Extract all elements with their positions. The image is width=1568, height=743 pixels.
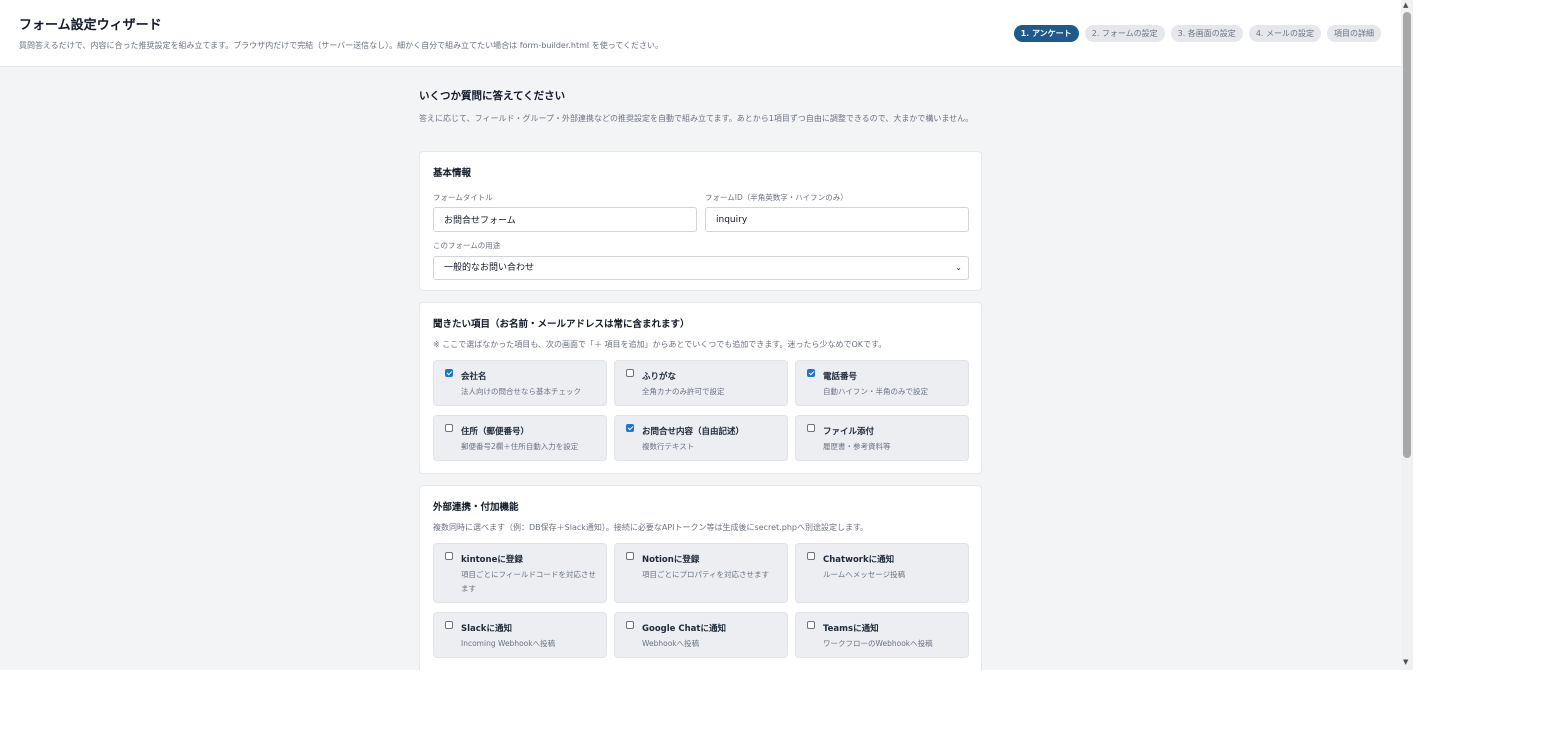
purpose-select-value: 一般的なお問い合わせ <box>444 263 535 273</box>
integrations-options: kintoneに登録 項目ごとにフィールドコードを対応させます Notionに登… <box>433 543 969 658</box>
option-slack[interactable]: Slackに通知 Incoming Webhookへ投稿 <box>433 612 607 658</box>
option-chatwork[interactable]: Chatworkに通知 ルームへメッセージ投稿 <box>795 543 969 603</box>
option-label: Slackに通知 <box>461 624 512 634</box>
option-label: Notionに登録 <box>642 555 700 565</box>
step-tab-2[interactable]: 2. フォームの設定 <box>1084 25 1165 42</box>
option-label: 住所（郵便番号） <box>461 427 530 437</box>
option-sub: ワークフローのWebhookへ投稿 <box>823 639 933 648</box>
purpose-select[interactable]: 一般的なお問い合わせ ⌄ <box>433 256 969 280</box>
option-sub: 郵便番号2欄＋住所自動入力を設定 <box>461 442 579 451</box>
option-phone[interactable]: 電話番号 自動ハイフン・半角のみで設定 <box>795 360 969 406</box>
fields-card: 聞きたい項目（お名前・メールアドレスは常に含まれます） ※ ここで選ばなかった項… <box>419 302 982 474</box>
option-sub: 項目ごとにプロパティを対応させます <box>642 570 770 579</box>
option-file-attach[interactable]: ファイル添付 履歴書・参考資料等 <box>795 415 969 461</box>
checkbox-checked-icon[interactable] <box>626 424 634 432</box>
checkbox-unchecked-icon[interactable] <box>445 552 453 560</box>
step-tab-4[interactable]: 4. メールの設定 <box>1248 25 1321 42</box>
scroll-up-arrow-icon[interactable]: ▲ <box>1403 1 1408 9</box>
option-label: お問合せ内容（自由記述） <box>642 427 745 437</box>
intro-section: いくつか質問に答えてください 答えに応じて、フィールド・グループ・外部連携などの… <box>419 88 982 134</box>
page-description: 質問答えるだけで、内容に合った推奨設定を組み立てます。ブラウザ内だけで完結（サー… <box>19 41 664 50</box>
option-address[interactable]: 住所（郵便番号） 郵便番号2欄＋住所自動入力を設定 <box>433 415 607 461</box>
option-sub: 履歴書・参考資料等 <box>823 442 891 451</box>
step-tab-details[interactable]: 項目の詳細 <box>1327 25 1381 42</box>
fields-options: 会社名 法人向けの問合せなら基本チェック ふりがな 全角カナのみ許可で設定 電話… <box>433 360 969 461</box>
option-label: Teamsに通知 <box>823 624 879 634</box>
option-furigana[interactable]: ふりがな 全角カナのみ許可で設定 <box>614 360 788 406</box>
purpose-label: このフォームの用途 <box>433 241 501 250</box>
option-label: 会社名 <box>461 372 487 382</box>
checkbox-unchecked-icon[interactable] <box>626 621 634 629</box>
option-sub: Webhookへ投稿 <box>642 639 700 648</box>
option-label: Chatworkに通知 <box>823 555 895 565</box>
checkbox-unchecked-icon[interactable] <box>626 552 634 560</box>
option-sub: 自動ハイフン・半角のみで設定 <box>823 387 928 396</box>
step-tab-1[interactable]: 1. アンケート <box>1013 25 1079 42</box>
form-id-label: フォームID（半角英数字・ハイフンのみ） <box>705 193 848 202</box>
integrations-title: 外部連携・付加機能 <box>433 502 519 513</box>
checkbox-unchecked-icon[interactable] <box>445 621 453 629</box>
chevron-down-icon: ⌄ <box>955 263 962 272</box>
option-kintone[interactable]: kintoneに登録 項目ごとにフィールドコードを対応させます <box>433 543 607 603</box>
option-sub: 全角カナのみ許可で設定 <box>642 387 725 396</box>
checkbox-unchecked-icon[interactable] <box>807 424 815 432</box>
basic-info-card: 基本情報 フォームタイトル フォームID（半角英数字・ハイフンのみ） このフォー… <box>419 151 982 291</box>
option-sub: 法人向けの問合せなら基本チェック <box>461 387 581 396</box>
option-sub: ルームへメッセージ投稿 <box>823 570 906 579</box>
option-teams[interactable]: Teamsに通知 ワークフローのWebhookへ投稿 <box>795 612 969 658</box>
option-label: ファイル添付 <box>823 427 875 437</box>
scroll-down-arrow-icon[interactable]: ▼ <box>1403 658 1408 666</box>
option-notion[interactable]: Notionに登録 項目ごとにプロパティを対応させます <box>614 543 788 603</box>
page-title: フォーム設定ウィザード <box>19 18 162 33</box>
option-label: kintoneに登録 <box>461 555 523 565</box>
option-sub: 複数行テキスト <box>642 442 695 451</box>
checkbox-unchecked-icon[interactable] <box>807 552 815 560</box>
intro-description: 答えに応じて、フィールド・グループ・外部連携などの推奨設定を自動で組み立てます。… <box>419 114 974 123</box>
option-label: Google Chatに通知 <box>642 624 726 634</box>
option-company-name[interactable]: 会社名 法人向けの問合せなら基本チェック <box>433 360 607 406</box>
fields-note: ※ ここで選ばなかった項目も、次の画面で「＋ 項目を追加」からあとでいくつでも追… <box>433 340 887 349</box>
checkbox-checked-icon[interactable] <box>807 369 815 377</box>
option-sub: Incoming Webhookへ投稿 <box>461 639 556 648</box>
option-label: 電話番号 <box>823 372 858 382</box>
step-nav: 1. アンケート 2. フォームの設定 3. 各画面の設定 4. メールの設定 … <box>1013 25 1381 42</box>
step-tab-3[interactable]: 3. 各画面の設定 <box>1170 25 1243 42</box>
app-header: フォーム設定ウィザード 質問答えるだけで、内容に合った推奨設定を組み立てます。ブ… <box>0 0 1401 67</box>
fields-title: 聞きたい項目（お名前・メールアドレスは常に含まれます） <box>433 319 690 330</box>
basic-info-title: 基本情報 <box>433 168 472 179</box>
form-title-input[interactable] <box>433 207 697 232</box>
option-sub: 項目ごとにフィールドコードを対応させます <box>461 570 596 593</box>
option-label: ふりがな <box>642 372 677 382</box>
integrations-note: 複数同時に選べます（例：DB保存＋Slack通知）。接続に必要なAPIトークン等… <box>433 523 869 532</box>
intro-title: いくつか質問に答えてください <box>419 90 566 102</box>
option-inquiry-content[interactable]: お問合せ内容（自由記述） 複数行テキスト <box>614 415 788 461</box>
checkbox-unchecked-icon[interactable] <box>807 621 815 629</box>
checkbox-checked-icon[interactable] <box>445 369 453 377</box>
form-id-input[interactable] <box>705 207 969 232</box>
vertical-scrollbar[interactable]: ▲ ▼ <box>1401 0 1413 670</box>
page-viewport: フォーム設定ウィザード 質問答えるだけで、内容に合った推奨設定を組み立てます。ブ… <box>0 0 1401 670</box>
form-title-label: フォームタイトル <box>433 193 493 202</box>
scrollbar-thumb[interactable] <box>1403 12 1411 458</box>
integrations-card: 外部連携・付加機能 複数同時に選べます（例：DB保存＋Slack通知）。接続に必… <box>419 485 982 670</box>
checkbox-unchecked-icon[interactable] <box>626 369 634 377</box>
checkbox-unchecked-icon[interactable] <box>445 424 453 432</box>
option-google-chat[interactable]: Google Chatに通知 Webhookへ投稿 <box>614 612 788 658</box>
